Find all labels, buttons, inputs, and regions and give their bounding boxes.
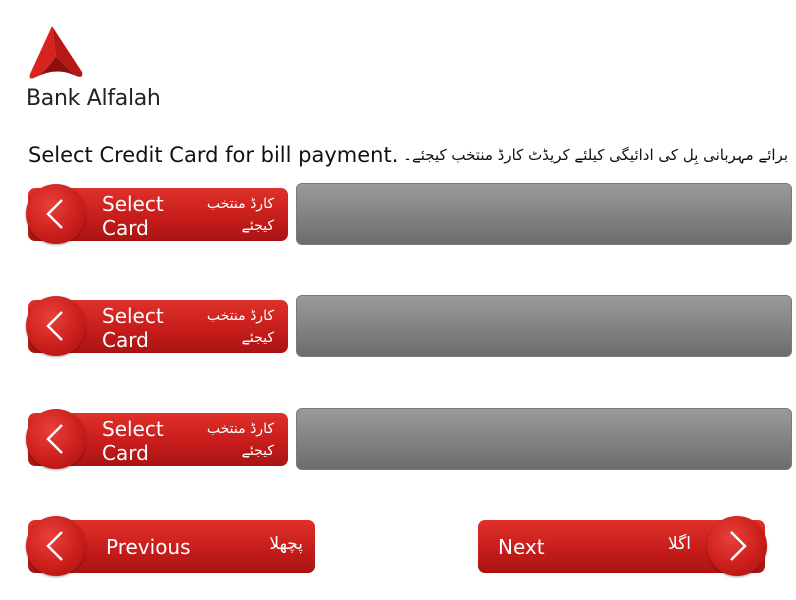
previous-label-en: Previous	[106, 535, 191, 559]
chevron-left-icon	[26, 516, 86, 576]
select-card-label-ur: کارڈ منتخب کیجئے	[206, 421, 274, 459]
instruction-english: Select Credit Card for bill payment.	[28, 143, 399, 167]
next-button[interactable]: Next اگلا	[478, 516, 767, 576]
next-label-en: Next	[498, 535, 545, 559]
bank-logo: Bank Alfalah	[26, 26, 186, 116]
previous-label-ur: پچھلا	[269, 534, 303, 554]
select-card-label-en: Select Card	[102, 304, 164, 352]
card-field-1[interactable]	[296, 183, 792, 245]
select-card-button-1[interactable]: Select Card کارڈ منتخب کیجئے	[26, 184, 288, 244]
select-card-label-ur: کارڈ منتخب کیجئے	[206, 308, 274, 346]
chevron-right-icon	[707, 516, 767, 576]
select-card-button-2[interactable]: Select Card کارڈ منتخب کیجئے	[26, 296, 288, 356]
instruction-urdu: برائے مہربانی بِل کی ادائیگی کیلئے کریڈٹ…	[403, 146, 788, 164]
select-card-button-3[interactable]: Select Card کارڈ منتخب کیجئے	[26, 409, 288, 469]
next-label-ur: اگلا	[668, 534, 691, 554]
select-card-label-ur: کارڈ منتخب کیجئے	[206, 196, 274, 234]
chevron-left-icon	[26, 409, 86, 469]
previous-button[interactable]: Previous پچھلا	[26, 516, 315, 576]
chevron-left-icon	[26, 184, 86, 244]
select-card-label-en: Select Card	[102, 192, 164, 240]
bank-name: Bank Alfalah	[26, 86, 161, 111]
card-field-2[interactable]	[296, 295, 792, 357]
chevron-left-icon	[26, 296, 86, 356]
card-field-3[interactable]	[296, 408, 792, 470]
bank-alfalah-logo-icon	[29, 26, 83, 79]
instruction-banner: Select Credit Card for bill payment. برا…	[28, 140, 788, 170]
select-card-label-en: Select Card	[102, 417, 164, 465]
